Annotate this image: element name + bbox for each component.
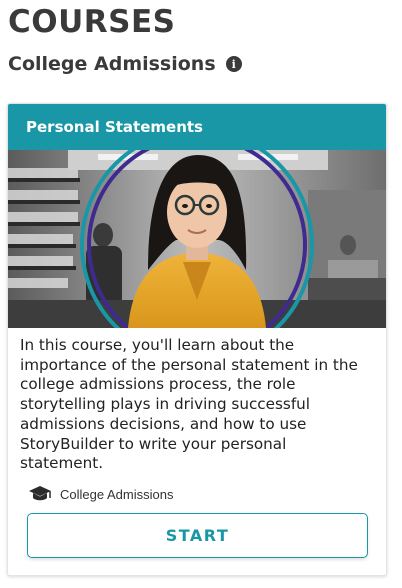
course-card: Personal Statements In this course, you'… [7, 103, 387, 576]
category-label: College Admissions [60, 486, 174, 502]
section-header: College Admissions i [8, 53, 242, 75]
course-title: Personal Statements [26, 118, 203, 136]
course-image [8, 150, 386, 328]
course-card-header: Personal Statements [8, 104, 386, 150]
course-description: In this course, you'll learn about the i… [20, 336, 358, 473]
start-button[interactable]: START [27, 513, 368, 558]
page-title: COURSES [8, 4, 176, 40]
section-title: College Admissions [8, 53, 216, 75]
graduation-cap-icon [29, 486, 51, 501]
student-portrait-photo [8, 150, 386, 328]
info-icon[interactable]: i [225, 56, 242, 72]
course-category: College Admissions [28, 485, 173, 503]
